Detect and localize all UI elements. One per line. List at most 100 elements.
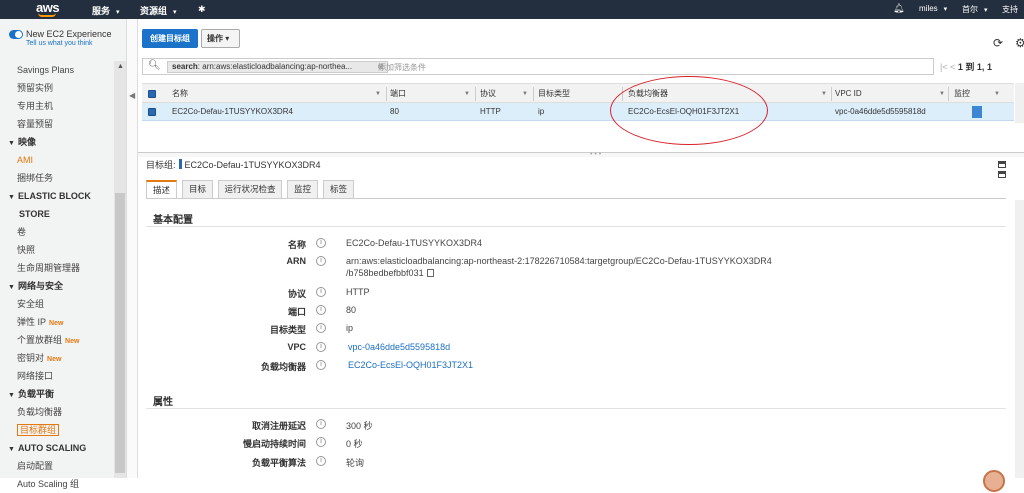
maximize-pane-icon[interactable] — [998, 161, 1006, 168]
tab-health-checks[interactable]: 运行状况检查 — [218, 180, 282, 199]
prev-page-icon[interactable]: < — [950, 62, 955, 72]
vpc-link[interactable]: vpc-0a46dde5d5595818d — [348, 342, 450, 352]
sidebar-item[interactable]: 快照 — [0, 241, 114, 259]
sidebar-item[interactable]: 个置放群组 New — [0, 331, 114, 349]
load-balancer-link[interactable]: EC2Co-EcsEl-OQH01F3JT2X1 — [348, 360, 473, 370]
column-header-monitoring[interactable]: 监控 — [954, 84, 970, 104]
sidebar-item[interactable]: 容量预留 — [0, 115, 114, 133]
sidebar-item[interactable]: Savings Plans — [0, 61, 114, 79]
table-scrollbar[interactable] — [1015, 83, 1024, 123]
column-divider[interactable] — [386, 87, 387, 101]
restore-pane-icon[interactable] — [998, 171, 1006, 178]
info-icon[interactable]: i — [316, 360, 326, 370]
sort-icon[interactable]: ▼ — [375, 84, 381, 104]
info-icon[interactable]: i — [316, 323, 326, 333]
resource-groups-menu[interactable]: 资源组 ▾ — [140, 4, 177, 17]
sort-icon[interactable]: ▼ — [821, 84, 827, 104]
sidebar-item[interactable]: 启动配置 — [0, 457, 114, 475]
sort-icon[interactable]: ▼ — [522, 84, 528, 104]
info-icon[interactable]: i — [316, 287, 326, 297]
copy-icon[interactable] — [426, 269, 434, 277]
sidebar-item[interactable]: 网络接口 — [0, 367, 114, 385]
actions-button[interactable]: 操作 ▾ — [201, 29, 240, 48]
feedback-avatar[interactable] — [983, 470, 1005, 492]
row-checkbox[interactable] — [148, 108, 156, 116]
info-icon[interactable]: i — [316, 305, 326, 315]
column-header-target-type[interactable]: 目标类型 — [538, 84, 570, 104]
sidebar-item[interactable]: 专用主机 — [0, 97, 114, 115]
sidebar-section-heading[interactable]: ▼ 负载平衡 — [0, 385, 114, 403]
info-icon[interactable]: i — [316, 342, 326, 352]
column-header-vpc-id[interactable]: VPC ID — [835, 84, 862, 104]
search-filter-chip[interactable]: search: arn:aws:elasticloadbalancing:ap-… — [167, 61, 388, 73]
tab-tags[interactable]: 标签 — [323, 180, 354, 199]
expand-arrow-icon[interactable]: ▼ — [8, 446, 15, 453]
select-all-checkbox[interactable] — [148, 90, 156, 98]
support-menu[interactable]: 支持 — [1002, 4, 1018, 15]
column-header-name[interactable]: 名称 — [172, 84, 188, 104]
detail-scrollbar[interactable] — [1015, 200, 1024, 478]
sidebar-section-heading[interactable]: ▼ AUTO SCALING — [0, 439, 114, 457]
monitoring-chart-icon[interactable] — [972, 106, 982, 118]
bell-icon[interactable]: 🔔︎ — [893, 3, 904, 14]
sidebar-section-heading[interactable]: ▼ 网络与安全 — [0, 277, 114, 295]
create-target-group-button[interactable]: 创建目标组 — [142, 29, 198, 48]
sidebar-section-heading[interactable]: ▼ ELASTIC BLOCK — [0, 187, 114, 205]
region-menu[interactable]: 首尔 ▾ — [962, 4, 988, 15]
sidebar-item[interactable]: 密钥对 New — [0, 349, 114, 367]
column-header-protocol[interactable]: 协议 — [480, 84, 496, 104]
expand-arrow-icon[interactable]: ▼ — [8, 140, 15, 147]
sidebar-item[interactable]: 生命周期管理器 — [0, 259, 114, 277]
sort-icon[interactable]: ▼ — [939, 84, 945, 104]
drag-handle-icon[interactable]: • • • — [590, 151, 601, 158]
services-menu[interactable]: 服务 ▾ — [92, 4, 120, 17]
sidebar-section-heading[interactable]: STORE — [0, 205, 114, 223]
tab-description[interactable]: 描述 — [146, 180, 177, 199]
info-icon[interactable]: i — [316, 419, 326, 429]
sidebar-collapse-strip[interactable]: ◀ — [127, 19, 138, 478]
sidebar-section-heading[interactable]: ▼ 映像 — [0, 133, 114, 151]
sidebar-item[interactable]: 预留实例 — [0, 79, 114, 97]
column-header-port[interactable]: 端口 — [390, 84, 406, 104]
new-experience-toggle[interactable] — [9, 30, 23, 39]
sidebar-item[interactable]: 安全组 — [0, 295, 114, 313]
settings-icon[interactable]: ⚙ — [1015, 36, 1024, 50]
column-divider[interactable] — [475, 87, 476, 101]
info-icon[interactable]: i — [316, 437, 326, 447]
scroll-up-icon[interactable]: ▲ — [117, 63, 124, 70]
info-icon[interactable]: i — [316, 256, 326, 266]
filter-bar[interactable]: 🔍︎ search: arn:aws:elasticloadbalancing:… — [142, 58, 934, 75]
user-menu[interactable]: miles ▾ — [919, 4, 947, 13]
sidebar-item-label: ELASTIC BLOCK — [17, 191, 91, 201]
tab-targets[interactable]: 目标 — [182, 180, 213, 199]
column-divider[interactable] — [533, 87, 534, 101]
pin-icon[interactable]: ✱ — [198, 4, 206, 15]
sort-icon[interactable]: ▼ — [994, 84, 1000, 104]
first-page-icon[interactable]: |< — [940, 62, 948, 72]
column-divider[interactable] — [948, 87, 949, 101]
sidebar-item[interactable]: 弹性 IP New — [0, 313, 114, 331]
sidebar-item[interactable]: 卷 — [0, 223, 114, 241]
info-icon[interactable]: i — [316, 456, 326, 466]
sidebar-scrollbar[interactable]: ▲ — [114, 61, 126, 478]
sidebar-item[interactable]: AMI — [0, 151, 114, 169]
sidebar-item[interactable]: 负载均衡器 — [0, 403, 114, 421]
collapse-arrow-icon[interactable]: ◀ — [129, 91, 135, 100]
sidebar-item[interactable]: 目标群组 — [0, 421, 114, 439]
search-input[interactable]: 添加筛选条件 — [378, 62, 426, 73]
tab-monitoring[interactable]: 监控 — [287, 180, 318, 199]
feedback-link[interactable]: Tell us what you think — [26, 40, 93, 47]
pane-splitter[interactable]: • • • — [138, 151, 1024, 158]
expand-arrow-icon[interactable]: ▼ — [8, 194, 15, 201]
info-icon[interactable]: i — [316, 238, 326, 248]
sidebar-item[interactable]: 捆绑任务 — [0, 169, 114, 187]
table-row[interactable]: EC2Co-Defau-1TUSYYKOX3DR4 80 HTTP ip EC2… — [142, 103, 1014, 121]
field-label-protocol: 协议 — [287, 289, 306, 299]
expand-arrow-icon[interactable]: ▼ — [8, 392, 15, 399]
column-divider[interactable] — [831, 87, 832, 101]
sort-icon[interactable]: ▼ — [464, 84, 470, 104]
sidebar-scroll-thumb[interactable] — [115, 193, 125, 473]
expand-arrow-icon[interactable]: ▼ — [8, 284, 15, 291]
sidebar-item-label: 负载平衡 — [17, 389, 54, 399]
refresh-icon[interactable]: ⟳ — [993, 36, 1003, 50]
